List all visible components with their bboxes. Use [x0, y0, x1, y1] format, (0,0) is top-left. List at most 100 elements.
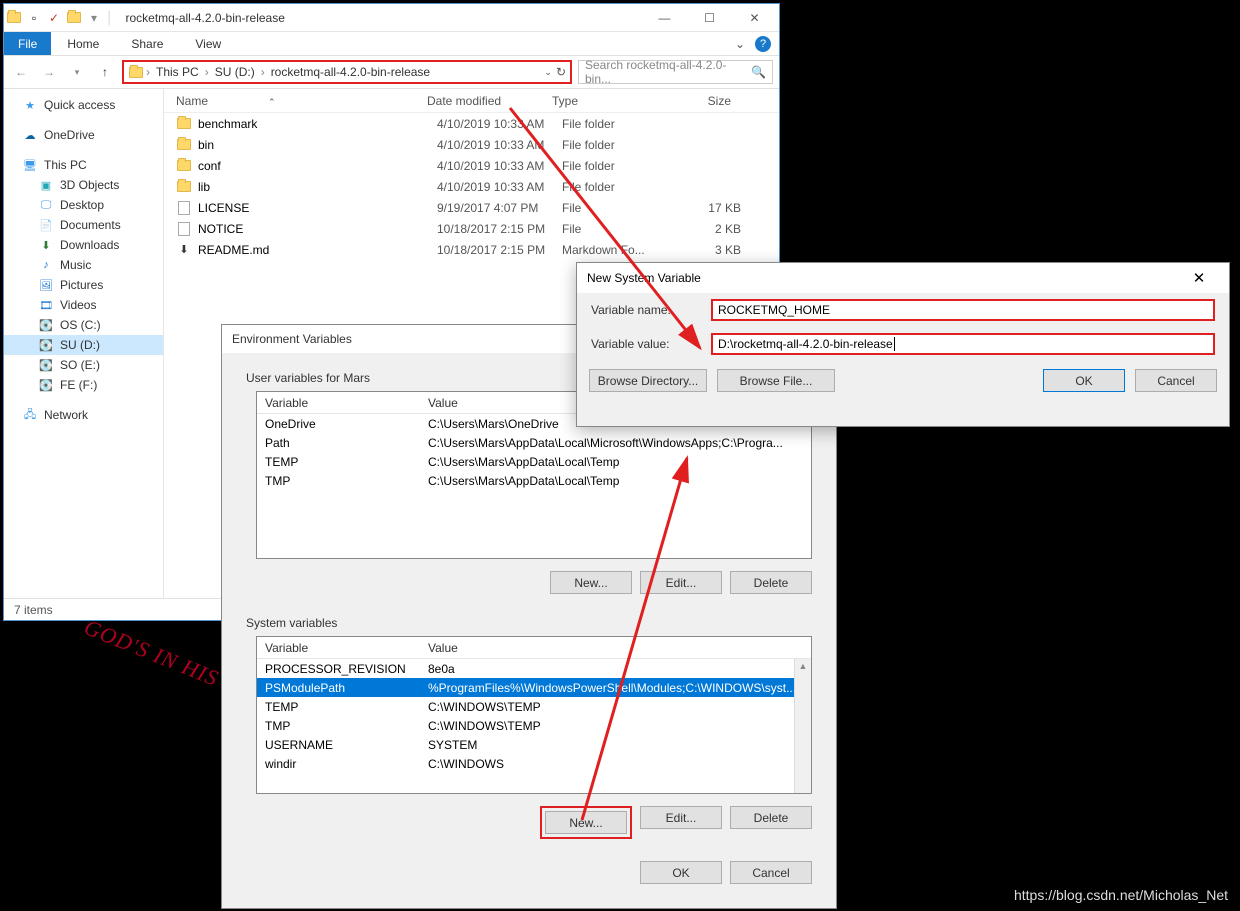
drive-icon: 💽 — [38, 357, 54, 373]
user-delete-button[interactable]: Delete — [730, 571, 812, 594]
var-value-input[interactable]: D:\rocketmq-all-4.2.0-bin-release — [711, 333, 1215, 355]
sidebar-network[interactable]: 🖧Network — [4, 405, 163, 425]
var-name-label: Variable name: — [591, 303, 699, 317]
download-icon: ⬇ — [38, 237, 54, 253]
address-folder-icon — [128, 64, 144, 80]
file-row[interactable]: benchmark4/10/2019 10:33 AMFile folder — [164, 113, 779, 134]
sidebar-thispc[interactable]: 🖥This PC — [4, 155, 163, 175]
file-tab[interactable]: File — [4, 32, 51, 55]
newvar-close-icon[interactable]: ✕ — [1179, 269, 1219, 287]
qat-dropdown-icon[interactable]: ▾ — [86, 10, 102, 26]
document-icon: 📄 — [38, 217, 54, 233]
crumb-drive[interactable]: SU (D:) — [211, 65, 259, 79]
watermark-text: GOD'S IN HIS — [80, 614, 222, 692]
video-icon: 🎞 — [38, 297, 54, 313]
share-tab[interactable]: Share — [115, 33, 179, 55]
var-row[interactable]: USERNAMESYSTEM — [257, 735, 811, 754]
sidebar-onedrive[interactable]: ☁OneDrive — [4, 125, 163, 145]
sys-vars-label: System variables — [222, 598, 836, 634]
cloud-icon: ☁ — [22, 127, 38, 143]
var-row[interactable]: TMPC:\Users\Mars\AppData\Local\Temp — [257, 471, 811, 490]
file-row[interactable]: lib4/10/2019 10:33 AMFile folder — [164, 176, 779, 197]
sidebar-desktop[interactable]: 🖵Desktop — [4, 195, 163, 215]
var-row[interactable]: PROCESSOR_REVISION8e0a — [257, 659, 811, 678]
sidebar-drive-e[interactable]: 💽SO (E:) — [4, 355, 163, 375]
sidebar-quick-access[interactable]: ★Quick access — [4, 95, 163, 115]
var-row[interactable]: TMPC:\WINDOWS\TEMP — [257, 716, 811, 735]
sidebar-drive-d[interactable]: 💽SU (D:) — [4, 335, 163, 355]
crumb-folder[interactable]: rocketmq-all-4.2.0-bin-release — [267, 65, 434, 79]
sys-delete-button[interactable]: Delete — [730, 806, 812, 829]
drive-icon: 💽 — [38, 337, 54, 353]
file-icon — [176, 200, 192, 216]
column-headers[interactable]: Name⌃ Date modified Type Size — [164, 89, 779, 113]
var-row[interactable]: windirC:\WINDOWS — [257, 754, 811, 773]
sidebar-3dobjects[interactable]: ▣3D Objects — [4, 175, 163, 195]
ribbon-expand-icon[interactable]: ⌄ — [735, 37, 745, 51]
address-bar[interactable]: › This PC › SU (D:) › rocketmq-all-4.2.0… — [122, 60, 572, 84]
address-dropdown-icon[interactable]: ⌄ — [544, 67, 552, 78]
file-row[interactable]: bin4/10/2019 10:33 AMFile folder — [164, 134, 779, 155]
sidebar: ★Quick access ☁OneDrive 🖥This PC ▣3D Obj… — [4, 89, 164, 598]
nav-back-icon[interactable]: ← — [10, 61, 32, 83]
ribbon: File Home Share View ⌄ ? — [4, 32, 779, 56]
nav-recent-icon[interactable]: ▾ — [66, 61, 88, 83]
maximize-button[interactable]: ☐ — [687, 4, 732, 32]
env-ok-button[interactable]: OK — [640, 861, 722, 884]
newvar-title: New System Variable — [587, 271, 701, 285]
navbar: ← → ▾ ↑ › This PC › SU (D:) › rocketmq-a… — [4, 56, 779, 89]
desktop-icon: 🖵 — [38, 197, 54, 213]
newvar-ok-button[interactable]: OK — [1043, 369, 1125, 392]
sidebar-downloads[interactable]: ⬇Downloads — [4, 235, 163, 255]
sidebar-music[interactable]: ♪Music — [4, 255, 163, 275]
qat-properties-icon[interactable]: ▫ — [26, 10, 42, 26]
var-row[interactable]: TEMPC:\Users\Mars\AppData\Local\Temp — [257, 452, 811, 471]
search-placeholder: Search rocketmq-all-4.2.0-bin... — [585, 58, 751, 86]
sidebar-videos[interactable]: 🎞Videos — [4, 295, 163, 315]
search-input[interactable]: Search rocketmq-all-4.2.0-bin... 🔍 — [578, 60, 773, 84]
minimize-button[interactable]: — — [642, 4, 687, 32]
var-name-input[interactable]: ROCKETMQ_HOME — [711, 299, 1215, 321]
file-icon — [176, 221, 192, 237]
sidebar-drive-c[interactable]: 💽OS (C:) — [4, 315, 163, 335]
titlebar: ▫ ✓ ▾ │ rocketmq-all-4.2.0-bin-release —… — [4, 4, 779, 32]
sys-new-highlight: New... — [540, 806, 632, 839]
sys-edit-button[interactable]: Edit... — [640, 806, 722, 829]
qat-check-icon[interactable]: ✓ — [46, 10, 62, 26]
file-row[interactable]: NOTICE10/18/2017 2:15 PMFile2 KB — [164, 218, 779, 239]
scrollbar[interactable]: ▲ — [794, 659, 811, 793]
folder-icon — [176, 158, 192, 174]
file-row[interactable]: conf4/10/2019 10:33 AMFile folder — [164, 155, 779, 176]
var-row[interactable]: PSModulePath%ProgramFiles%\WindowsPowerS… — [257, 678, 811, 697]
help-icon[interactable]: ? — [755, 36, 771, 52]
window-title: rocketmq-all-4.2.0-bin-release — [126, 11, 643, 25]
browse-dir-button[interactable]: Browse Directory... — [589, 369, 707, 392]
newvar-cancel-button[interactable]: Cancel — [1135, 369, 1217, 392]
view-tab[interactable]: View — [179, 33, 237, 55]
close-button[interactable]: ✕ — [732, 4, 777, 32]
var-row[interactable]: PathC:\Users\Mars\AppData\Local\Microsof… — [257, 433, 811, 452]
monitor-icon: 🖥 — [22, 157, 38, 173]
var-row[interactable]: TEMPC:\WINDOWS\TEMP — [257, 697, 811, 716]
nav-up-icon[interactable]: ↑ — [94, 61, 116, 83]
sidebar-documents[interactable]: 📄Documents — [4, 215, 163, 235]
env-cancel-button[interactable]: Cancel — [730, 861, 812, 884]
sidebar-drive-f[interactable]: 💽FE (F:) — [4, 375, 163, 395]
folder-icon — [176, 116, 192, 132]
sidebar-pictures[interactable]: 🖼Pictures — [4, 275, 163, 295]
network-icon: 🖧 — [22, 407, 38, 423]
sys-new-button[interactable]: New... — [545, 811, 627, 834]
qat-newfolder-icon[interactable] — [66, 10, 82, 26]
user-edit-button[interactable]: Edit... — [640, 571, 722, 594]
file-row[interactable]: LICENSE9/19/2017 4:07 PMFile17 KB — [164, 197, 779, 218]
browse-file-button[interactable]: Browse File... — [717, 369, 835, 392]
search-icon[interactable]: 🔍 — [751, 65, 766, 79]
nav-forward-icon: → — [38, 61, 60, 83]
crumb-thispc[interactable]: This PC — [152, 65, 203, 79]
refresh-icon[interactable]: ↻ — [556, 65, 566, 79]
sys-vars-list[interactable]: VariableValue PROCESSOR_REVISION8e0aPSMo… — [256, 636, 812, 794]
user-new-button[interactable]: New... — [550, 571, 632, 594]
folder-app-icon — [6, 10, 22, 26]
home-tab[interactable]: Home — [51, 33, 115, 55]
file-row[interactable]: ⬇README.md10/18/2017 2:15 PMMarkdown Fo.… — [164, 239, 779, 260]
